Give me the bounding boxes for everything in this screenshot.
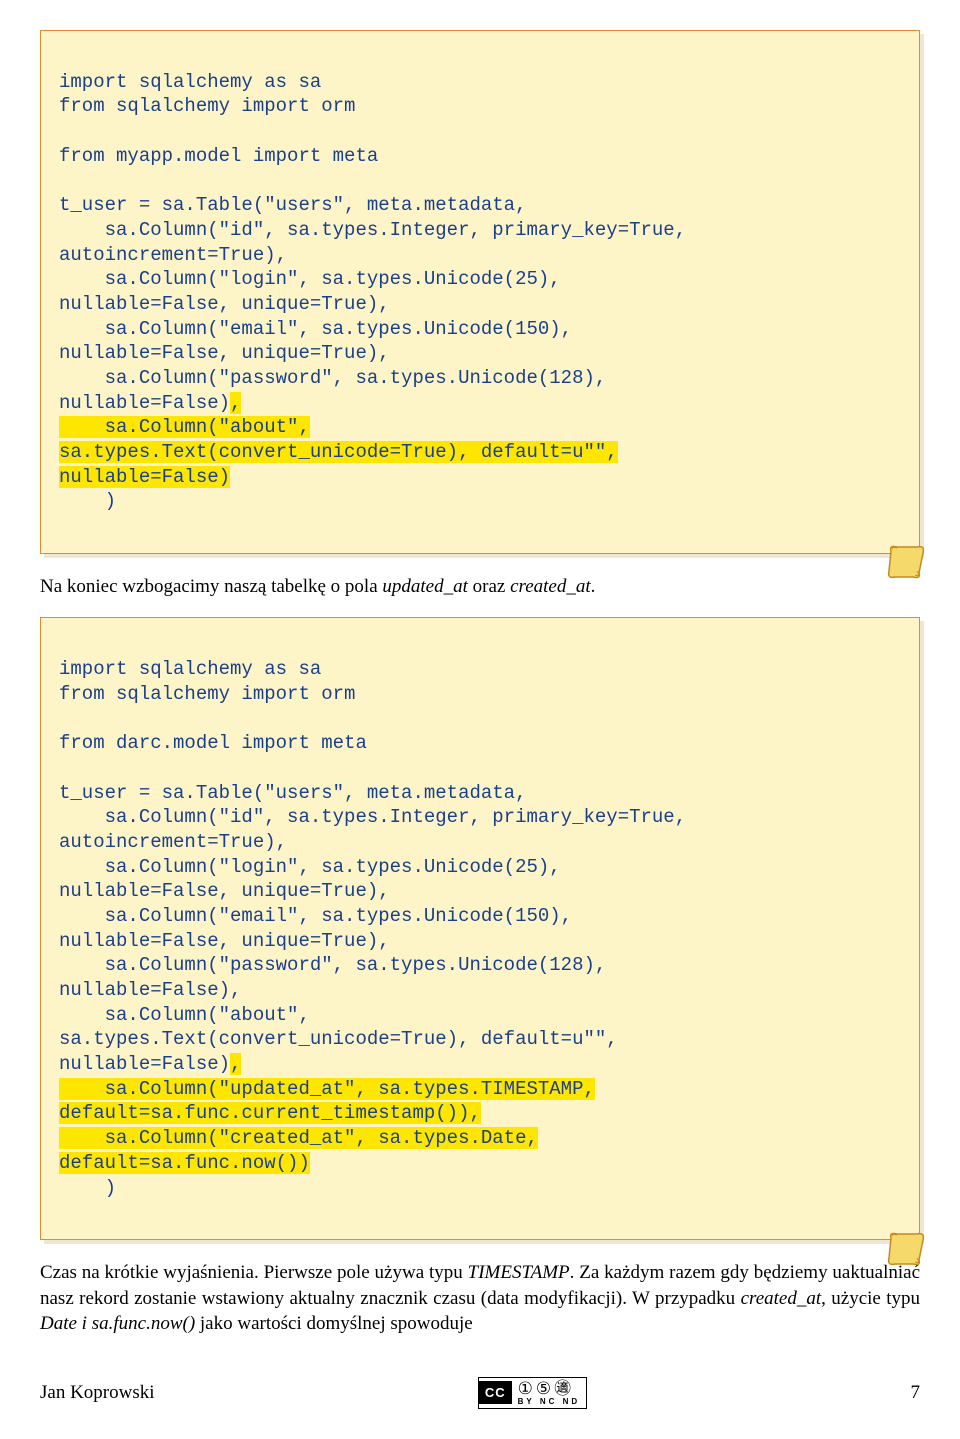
code-line-highlight: sa.Column("about", [59,416,310,438]
code-block-2: import sqlalchemy as sa from sqlalchemy … [40,617,920,1240]
code-line-highlight: default=sa.func.current_timestamp()), [59,1102,481,1124]
paragraph-2: Czas na krótkie wyjaśnienia. Pierwsze po… [40,1260,920,1337]
code-line: nullable=False, unique=True), [59,342,390,364]
code-line: nullable=False), [59,392,241,414]
code-line: sa.Column("email", sa.types.Unicode(150)… [59,318,572,340]
code-line: from sqlalchemy import orm [59,95,355,117]
code-line: sa.Column("id", sa.types.Integer, primar… [59,219,686,241]
code-line: from myapp.model import meta [59,145,378,167]
code-line: sa.Column("email", sa.types.Unicode(150)… [59,905,572,927]
code-line-highlight: default=sa.func.now()) [59,1152,310,1174]
code-line: autoincrement=True), [59,244,287,266]
code-line: t_user = sa.Table("users", meta.metadata… [59,194,526,216]
code-block-1: import sqlalchemy as sa from sqlalchemy … [40,30,920,554]
cc-license-badge: CC ① ⑤ ㊜ BY NC ND [478,1377,587,1409]
code-line: import sqlalchemy as sa [59,658,321,680]
code-line-highlight: sa.types.Text(convert_unicode=True), def… [59,441,618,463]
code-line: sa.Column("login", sa.types.Unicode(25), [59,268,561,290]
code-line: ) [59,1177,116,1199]
code-line: nullable=False, unique=True), [59,930,390,952]
code-line: sa.Column("about", [59,1004,310,1026]
code-line: import sqlalchemy as sa [59,71,321,93]
scroll-icon [883,515,927,559]
code-line: from darc.model import meta [59,732,367,754]
code-line-highlight: sa.Column("created_at", sa.types.Date, [59,1127,538,1149]
code-line: ) [59,490,116,512]
footer-author: Jan Koprowski [40,1382,155,1404]
page-footer: Jan Koprowski CC ① ⑤ ㊜ BY NC ND 7 [40,1377,920,1409]
cc-logo: CC [479,1381,512,1404]
cc-sub-label: BY NC ND [512,1397,587,1408]
code-line: sa.types.Text(convert_unicode=True), def… [59,1028,618,1050]
page-number: 7 [911,1382,921,1404]
code-line: sa.Column("id", sa.types.Integer, primar… [59,806,686,828]
code-line: nullable=False, unique=True), [59,880,390,902]
code-line: nullable=False), [59,1053,241,1075]
code-line-highlight: sa.Column("updated_at", sa.types.TIMESTA… [59,1078,595,1100]
code-line: t_user = sa.Table("users", meta.metadata… [59,782,526,804]
code-line: from sqlalchemy import orm [59,683,355,705]
code-line: autoincrement=True), [59,831,287,853]
code-line-highlight: nullable=False) [59,466,230,488]
cc-by-icon: ① [518,1380,533,1397]
code-line: sa.Column("login", sa.types.Unicode(25), [59,856,561,878]
cc-nc-icon: ⑤ [536,1380,551,1397]
code-line: nullable=False, unique=True), [59,293,390,315]
scroll-icon [883,1201,927,1245]
cc-icons: ① ⑤ ㊜ [512,1378,587,1397]
code-line: sa.Column("password", sa.types.Unicode(1… [59,954,606,976]
cc-nd-icon: ㊜ [554,1380,571,1397]
paragraph-1: Na koniec wzbogacimy naszą tabelkę o pol… [40,574,920,600]
code-line: sa.Column("password", sa.types.Unicode(1… [59,367,606,389]
code-line: nullable=False), [59,979,241,1001]
